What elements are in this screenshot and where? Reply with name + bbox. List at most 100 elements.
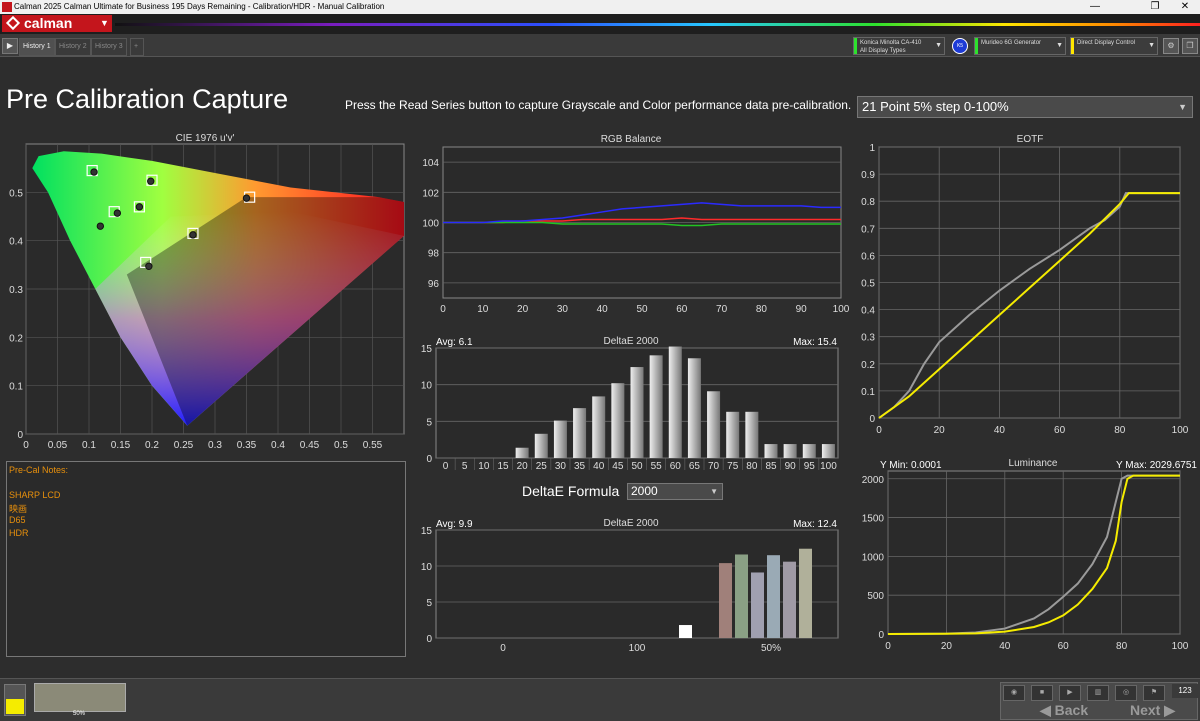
window-title: Calman 2025 Calman Ultimate for Business… [14,2,385,11]
play-icon[interactable]: ▶ [2,38,18,54]
series-select-value: 21 Point 5% step 0-100% [862,99,1009,114]
display-selector[interactable]: Direct Display Control ▼ [1070,37,1158,55]
meter-badge-icon[interactable]: K5 [952,38,968,54]
y-tick-label: 0.4 [9,237,23,248]
continuous-icon[interactable]: ◎ [1115,685,1137,701]
tab-history-1[interactable]: History 1 [19,38,55,56]
deltae-color-bar [783,561,796,638]
y-tick-label: 1 [869,143,875,154]
deltae-formula-value: 2000 [631,484,658,498]
deltae-color-bar [767,555,780,638]
cie-measured-point [145,262,153,270]
series-select[interactable]: 21 Point 5% step 0-100% ▼ [857,96,1193,118]
x-tick-label: 0.05 [48,440,68,451]
expand-icon[interactable]: ❐ [1182,38,1198,54]
deltae-bar [802,444,816,458]
x-tick-label: 80 [746,461,758,472]
flag-icon[interactable]: ⚑ [1143,685,1165,701]
add-tab-button[interactable]: + [130,38,144,56]
x-tick-label: 80 [1114,425,1126,436]
deltae-gray-avg: Avg: 6.1 [436,337,473,348]
x-tick-label: 40 [597,304,609,315]
x-tick-label: 60 [670,461,682,472]
y-tick-label: 0.1 [9,382,23,393]
cie-measured-point [189,231,197,239]
x-tick-label: 50 [636,304,648,315]
settings-icon[interactable]: ⚙ [1163,38,1179,54]
x-tick-label: 0.4 [271,440,285,451]
x-tick-label: 70 [708,461,720,472]
deltae-formula-select[interactable]: 2000 ▼ [627,483,723,500]
x-tick-label: 60 [1058,641,1070,652]
pre-cal-notes[interactable]: Pre-Cal Notes: SHARP LCD 映画 D65 HDR [6,461,406,657]
tab-history-2[interactable]: History 2 [55,38,91,56]
chevron-down-icon: ▼ [710,487,718,496]
page-title: Pre Calibration Capture [6,84,289,114]
calman-logo-icon [5,15,21,31]
next-button[interactable]: Next ▶ [1130,702,1175,719]
read-series-icon[interactable]: ▥ [1087,685,1109,701]
luminance-chart: Luminance Y Min: 0.0001 Y Max: 2029.6751… [862,458,1198,652]
y-tick-label: 0.4 [861,306,875,317]
tab-history-3[interactable]: History 3 [91,38,127,56]
deltae-gray-title: DeltaE 2000 [603,336,658,347]
x-tick-label: 0 [885,641,891,652]
y-tick-label: 0.5 [861,279,875,290]
y-tick-label: 5 [426,598,432,609]
y-tick-label: 0.7 [861,224,875,235]
luminance-ymin: Y Min: 0.0001 [880,460,942,471]
back-button[interactable]: ◀ Back [1040,702,1088,719]
x-tick-label: 100 [1172,425,1189,436]
deltae-formula-label: DeltaE Formula [522,483,620,499]
chevron-down-icon: ▼ [1178,102,1187,112]
plot-area [887,470,1181,635]
x-tick-label: 55 [651,461,663,472]
deltae-bar [687,358,701,458]
deltae-bar [649,355,663,458]
eye-icon[interactable]: ◉ [1003,685,1025,701]
read-icon[interactable]: ▶ [1059,685,1081,701]
stop-icon[interactable]: ■ [1031,685,1053,701]
close-icon[interactable]: ✕ [1170,0,1200,14]
y-tick-label: 96 [428,279,440,290]
meter-selector[interactable]: Konica Minolta CA-410 All Display Types … [853,37,945,55]
x-tick-label: 10 [477,304,489,315]
x-tick-label: 45 [612,461,624,472]
x-tick-label: 20 [941,641,953,652]
x-tick-label: 75 [727,461,739,472]
deltae-bar [553,420,567,458]
meter-mode: All Display Types [860,48,906,54]
luminance-title: Luminance [1009,458,1058,469]
deltae-bar [668,346,682,458]
yellow-swatch-icon [6,699,24,714]
x-tick-label: 15 [497,461,509,472]
cie-title: CIE 1976 u'v' [176,133,235,144]
y-tick-label: 15 [421,526,433,537]
x-tick-label: 0.5 [334,440,348,451]
x-tick-label: 30 [557,304,569,315]
deltae-color-bar [735,554,748,638]
x-tick-label: 0.45 [300,440,320,451]
y-tick-label: 0.8 [861,197,875,208]
rgb-title: RGB Balance [601,134,662,145]
deltae-color-bar [751,572,764,638]
y-tick-label: 10 [421,381,433,392]
minimize-icon[interactable]: — [1080,0,1110,14]
x-tick-label: 95 [804,461,816,472]
patch-color-button[interactable] [4,684,26,716]
x-tick-label: 20 [517,461,529,472]
y-tick-label: 0.2 [9,333,23,344]
maximize-icon[interactable]: ❐ [1140,0,1170,14]
display-name: Direct Display Control [1077,40,1136,46]
notes-line: 映画 [9,504,28,514]
deltae-color-bar [719,563,732,638]
cie-measured-point [96,222,105,230]
generator-selector[interactable]: Murideo 6G Generator ▼ [974,37,1066,55]
calman-menu-button[interactable]: calman ▼ [2,15,112,32]
x-tick-label: 40 [593,461,605,472]
chevron-down-icon: ▼ [1148,42,1155,49]
y-tick-label: 0.3 [9,285,23,296]
x-tick-label: 90 [785,461,797,472]
x-tick-label: 65 [689,461,701,472]
x-tick-label: 20 [934,425,946,436]
